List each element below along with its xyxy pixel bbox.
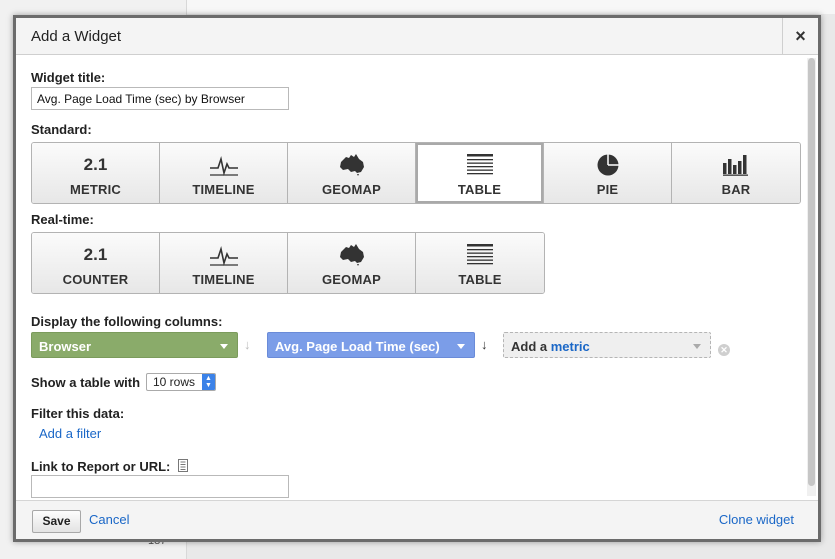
scrollbar-thumb[interactable] (808, 58, 815, 486)
dialog-content: Widget title: Standard: 2.1 METRIC TIMEL… (16, 55, 806, 500)
number-2.1-icon: 2.1 (83, 245, 108, 264)
background-header (187, 0, 835, 14)
save-button[interactable]: Save (32, 510, 81, 533)
standard-label: Standard: (31, 122, 92, 137)
clone-widget-link[interactable]: Clone widget (719, 512, 794, 527)
realtime-tile-counter[interactable]: 2.1 COUNTER (32, 233, 160, 293)
document-icon (178, 459, 188, 472)
tile-label: TABLE (458, 272, 502, 287)
add-metric-prefix: Add a (511, 339, 548, 354)
chevron-down-icon (693, 344, 701, 349)
close-icon: × (795, 25, 806, 46)
standard-widget-types: 2.1 METRIC TIMELINE GEOMAP TABLE PIE BAR (31, 142, 801, 204)
tile-label: TABLE (457, 182, 502, 197)
standard-tile-pie[interactable]: PIE (544, 143, 672, 203)
realtime-tile-table[interactable]: TABLE (416, 233, 544, 293)
realtime-label: Real-time: (31, 212, 94, 227)
standard-tile-metric[interactable]: 2.1 METRIC (32, 143, 160, 203)
chevron-down-icon (457, 344, 465, 349)
dimension-dropdown[interactable]: Browser (31, 332, 238, 358)
dimension-value: Browser (39, 339, 92, 354)
table-icon (467, 244, 493, 265)
realtime-widget-types: 2.1 COUNTER TIMELINE GEOMAP TABLE (31, 232, 545, 294)
standard-tile-geomap[interactable]: GEOMAP (288, 143, 416, 203)
tile-label: GEOMAP (322, 182, 381, 197)
link-report-label: Link to Report or URL: (31, 459, 171, 474)
link-report-input[interactable] (31, 475, 289, 498)
dialog-titlebar: Add a Widget × (16, 18, 818, 55)
filter-label: Filter this data: (31, 406, 125, 421)
tile-label: TIMELINE (192, 182, 255, 197)
table-rows-label: Show a table with (31, 375, 141, 390)
australia-map-icon (339, 154, 364, 176)
tile-label: GEOMAP (322, 272, 381, 287)
timeline-icon (209, 155, 238, 176)
realtime-tile-timeline[interactable]: TIMELINE (160, 233, 288, 293)
tile-label: BAR (721, 182, 751, 197)
bar-chart-icon (723, 155, 748, 176)
tile-label: TIMELINE (192, 272, 255, 287)
remove-column-icon[interactable]: ✕ (718, 344, 730, 356)
table-rows-select[interactable]: 10 rows ▲ ▼ (146, 373, 216, 391)
table-icon (466, 154, 493, 175)
standard-tile-timeline[interactable]: TIMELINE (160, 143, 288, 203)
standard-tile-table[interactable]: TABLE (416, 143, 544, 203)
widget-title-input[interactable] (31, 87, 289, 110)
stepper-arrows-icon: ▲ ▼ (202, 374, 215, 390)
standard-tile-bar[interactable]: BAR (672, 143, 800, 203)
add-filter-link[interactable]: Add a filter (39, 426, 101, 441)
sort-arrow-icon[interactable]: ↓ (481, 337, 488, 352)
cancel-link[interactable]: Cancel (89, 512, 129, 527)
realtime-tile-geomap[interactable]: GEOMAP (288, 233, 416, 293)
pie-chart-icon (597, 154, 618, 176)
dialog-scrollbar[interactable] (807, 58, 816, 496)
table-rows-value: 10 rows (153, 375, 196, 389)
tile-label: METRIC (69, 182, 122, 197)
dialog-title: Add a Widget (31, 28, 122, 45)
widget-title-label: Widget title: (31, 70, 106, 85)
tile-label: COUNTER (62, 272, 129, 287)
close-button[interactable]: × (782, 18, 818, 54)
add-metric-link[interactable]: metric (551, 339, 590, 354)
add-metric-dropdown[interactable]: Add a metric (503, 332, 711, 358)
dialog-footer: Save Cancel Clone widget (16, 500, 818, 539)
chevron-down-icon (220, 344, 228, 349)
australia-map-icon (339, 244, 364, 266)
columns-label: Display the following columns: (31, 314, 223, 329)
number-2.1-icon: 2.1 (83, 155, 108, 174)
metric-value: Avg. Page Load Time (sec) (275, 339, 440, 354)
metric-dropdown[interactable]: Avg. Page Load Time (sec) (267, 332, 475, 358)
timeline-icon (209, 245, 238, 266)
sort-arrow-icon[interactable]: ↓ (244, 337, 251, 352)
add-widget-dialog: Add a Widget × Widget title: Standard: 2… (13, 15, 821, 542)
tile-label: PIE (596, 182, 619, 197)
